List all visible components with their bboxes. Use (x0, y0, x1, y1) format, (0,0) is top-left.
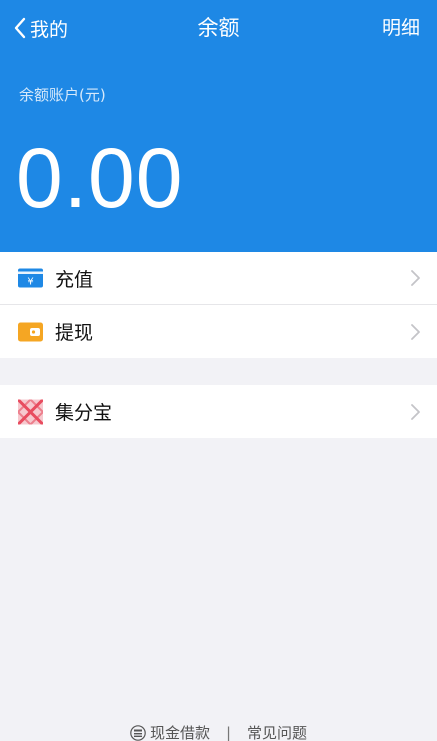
footer-separator: | (225, 723, 232, 741)
menu-item-label: 充值 (55, 268, 94, 291)
detail-button[interactable]: 明细 (382, 14, 420, 42)
withdraw-wallet-icon (18, 319, 43, 344)
faq-link[interactable]: 常见问题 (247, 722, 307, 741)
svg-text:¥: ¥ (27, 277, 33, 288)
cash-loan-icon (130, 724, 146, 741)
recharge-icon: ¥ (18, 266, 43, 291)
cash-loan-label: 现金借款 (149, 724, 210, 741)
chevron-right-icon (411, 270, 420, 286)
menu-group-funds: ¥ 充值 提现 (0, 252, 437, 358)
menu-item-label: 提现 (55, 322, 94, 344)
balance-amount: 0.00 (16, 131, 184, 225)
chevron-right-icon (411, 403, 420, 420)
balance-header: 我的 余额 明细 余额账户(元) 0.00 (0, 0, 437, 252)
jifenbao-icon (18, 399, 43, 424)
footer-links: 现金借款 | 常见问题 (0, 722, 437, 741)
menu-item-recharge[interactable]: ¥ 充值 (0, 252, 437, 305)
chevron-right-icon (411, 323, 420, 340)
account-label: 余额账户(元) (19, 86, 106, 104)
nav-bar: 我的 余额 明细 (0, 0, 437, 56)
cash-loan-link[interactable]: 现金借款 (130, 722, 210, 741)
menu-item-withdraw[interactable]: 提现 (0, 305, 437, 358)
menu-group-points: 集分宝 (0, 385, 437, 438)
menu-item-label: 集分宝 (55, 402, 113, 424)
menu-item-jifenbao[interactable]: 集分宝 (0, 385, 437, 438)
page-title: 余额 (197, 16, 240, 40)
